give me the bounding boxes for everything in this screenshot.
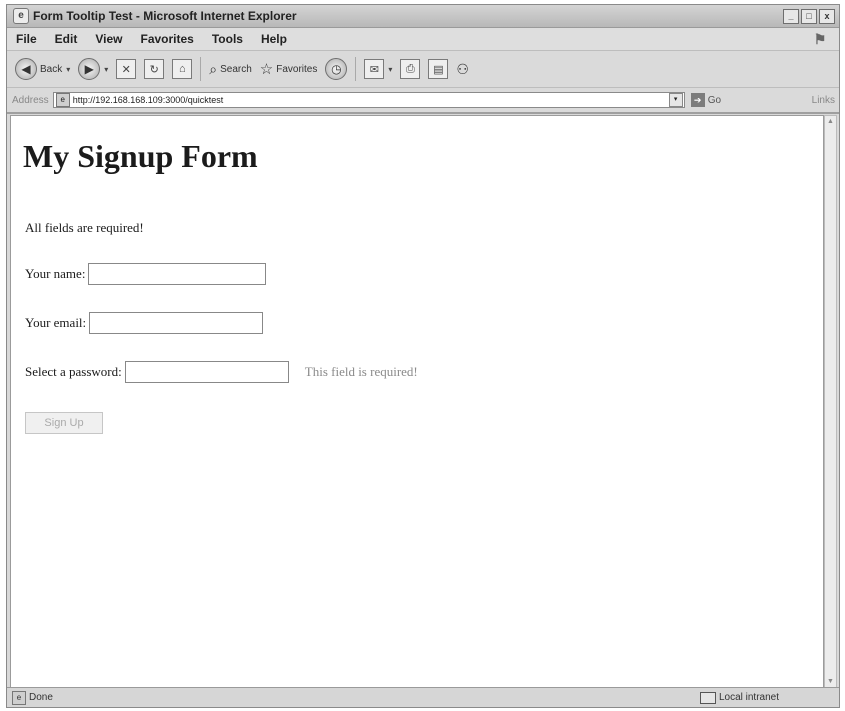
menu-view[interactable]: View (86, 32, 131, 46)
email-row: Your email: (25, 312, 264, 334)
ie-icon: e (13, 8, 29, 24)
password-input[interactable] (124, 361, 289, 383)
messenger-icon: ⚇ (456, 60, 469, 77)
page-title: My Signup Form (23, 138, 258, 174)
address-label: Address (12, 94, 49, 106)
stop-icon: ✕ (116, 59, 137, 79)
edit-button[interactable]: ▤ (428, 59, 449, 79)
go-label: Go (707, 94, 722, 106)
password-row: Select a password: This field is require… (25, 361, 418, 383)
print-button[interactable]: ⎙ (400, 59, 421, 79)
back-dropdown-icon[interactable]: ▾ (66, 65, 70, 74)
favorites-button[interactable]: ☆ Favorites (260, 60, 318, 78)
search-icon: ⌕ (209, 60, 218, 77)
zone-label: Local intranet (718, 692, 779, 703)
back-arrow-icon: ◀ (15, 58, 37, 80)
search-label: Search (220, 63, 252, 75)
mail-button[interactable]: ✉ ▾ (364, 59, 392, 79)
close-button[interactable]: x (819, 8, 835, 24)
address-url[interactable]: http://192.168.168.109:3000/quicktest (73, 95, 669, 105)
browser-window: e Form Tooltip Test - Microsoft Internet… (6, 4, 840, 708)
menu-bar: File Edit View Favorites Tools Help ⚑ (7, 28, 839, 51)
sign-up-button[interactable]: Sign Up (25, 412, 103, 434)
menu-help[interactable]: Help (252, 32, 296, 46)
menu-tools[interactable]: Tools (203, 32, 252, 46)
intranet-icon (699, 691, 716, 704)
toolbar: ◀ Back ▾ ▶ ▾ ✕ ↻ ⌂ ⌕ Search ☆ Favorites … (7, 51, 839, 88)
address-bar: Address e http://192.168.168.109:3000/qu… (7, 88, 839, 114)
toolbar-separator (355, 57, 357, 81)
address-field[interactable]: e http://192.168.168.109:3000/quicktest … (52, 92, 685, 108)
email-input[interactable] (89, 312, 264, 334)
back-button[interactable]: ◀ Back ▾ (15, 58, 70, 80)
refresh-icon: ↻ (144, 59, 165, 79)
menu-favorites[interactable]: Favorites (131, 32, 202, 46)
favorites-label: Favorites (276, 63, 318, 75)
refresh-button[interactable]: ↻ (144, 59, 165, 79)
messenger-button[interactable]: ⚇ (456, 61, 469, 78)
security-zone: Local intranet (699, 691, 779, 704)
name-input[interactable] (88, 263, 267, 285)
name-label: Your name: (25, 266, 86, 281)
required-note: All fields are required! (25, 220, 144, 235)
title-bar: e Form Tooltip Test - Microsoft Internet… (7, 5, 839, 28)
scroll-up-icon[interactable]: ▲ (825, 116, 836, 128)
window-title: Form Tooltip Test - Microsoft Internet E… (33, 9, 297, 23)
go-button[interactable]: ➔ Go (690, 93, 722, 107)
page-icon: e (55, 93, 70, 107)
search-button[interactable]: ⌕ Search (209, 61, 252, 78)
address-dropdown-icon[interactable]: ▾ (668, 93, 683, 107)
menu-edit[interactable]: Edit (46, 32, 87, 46)
links-button[interactable]: Links (812, 95, 835, 106)
status-bar: e Done Local intranet (7, 687, 839, 707)
name-row: Your name: (25, 263, 267, 285)
back-label: Back (40, 63, 63, 75)
stop-button[interactable]: ✕ (116, 59, 137, 79)
vertical-scrollbar[interactable]: ▲ ▼ (824, 115, 837, 689)
go-arrow-icon: ➔ (690, 93, 705, 107)
email-label: Your email: (25, 315, 87, 330)
home-button[interactable]: ⌂ (172, 59, 193, 79)
mail-icon: ✉ (364, 59, 385, 79)
home-icon: ⌂ (172, 59, 193, 79)
windows-flag-icon: ⚑ (813, 31, 827, 47)
menu-file[interactable]: File (7, 32, 46, 46)
star-icon: ☆ (259, 61, 274, 78)
edit-icon: ▤ (428, 59, 449, 79)
forward-dropdown-icon[interactable]: ▾ (104, 65, 108, 74)
page-status-icon: e (12, 690, 26, 705)
status-text: Done (29, 692, 53, 703)
password-error-tooltip: This field is required! (304, 364, 418, 379)
mail-dropdown-icon[interactable]: ▾ (388, 65, 392, 74)
page-content: My Signup Form All fields are required! … (10, 115, 824, 689)
toolbar-separator (200, 57, 202, 81)
minimize-button[interactable]: _ (783, 8, 799, 24)
password-label: Select a password: (25, 364, 122, 379)
print-icon: ⎙ (400, 59, 421, 79)
history-icon: ◷ (325, 58, 348, 80)
forward-arrow-icon: ▶ (78, 58, 101, 80)
forward-button[interactable]: ▶ ▾ (78, 58, 108, 80)
history-button[interactable]: ◷ (325, 58, 348, 80)
maximize-button[interactable]: □ (801, 8, 817, 24)
